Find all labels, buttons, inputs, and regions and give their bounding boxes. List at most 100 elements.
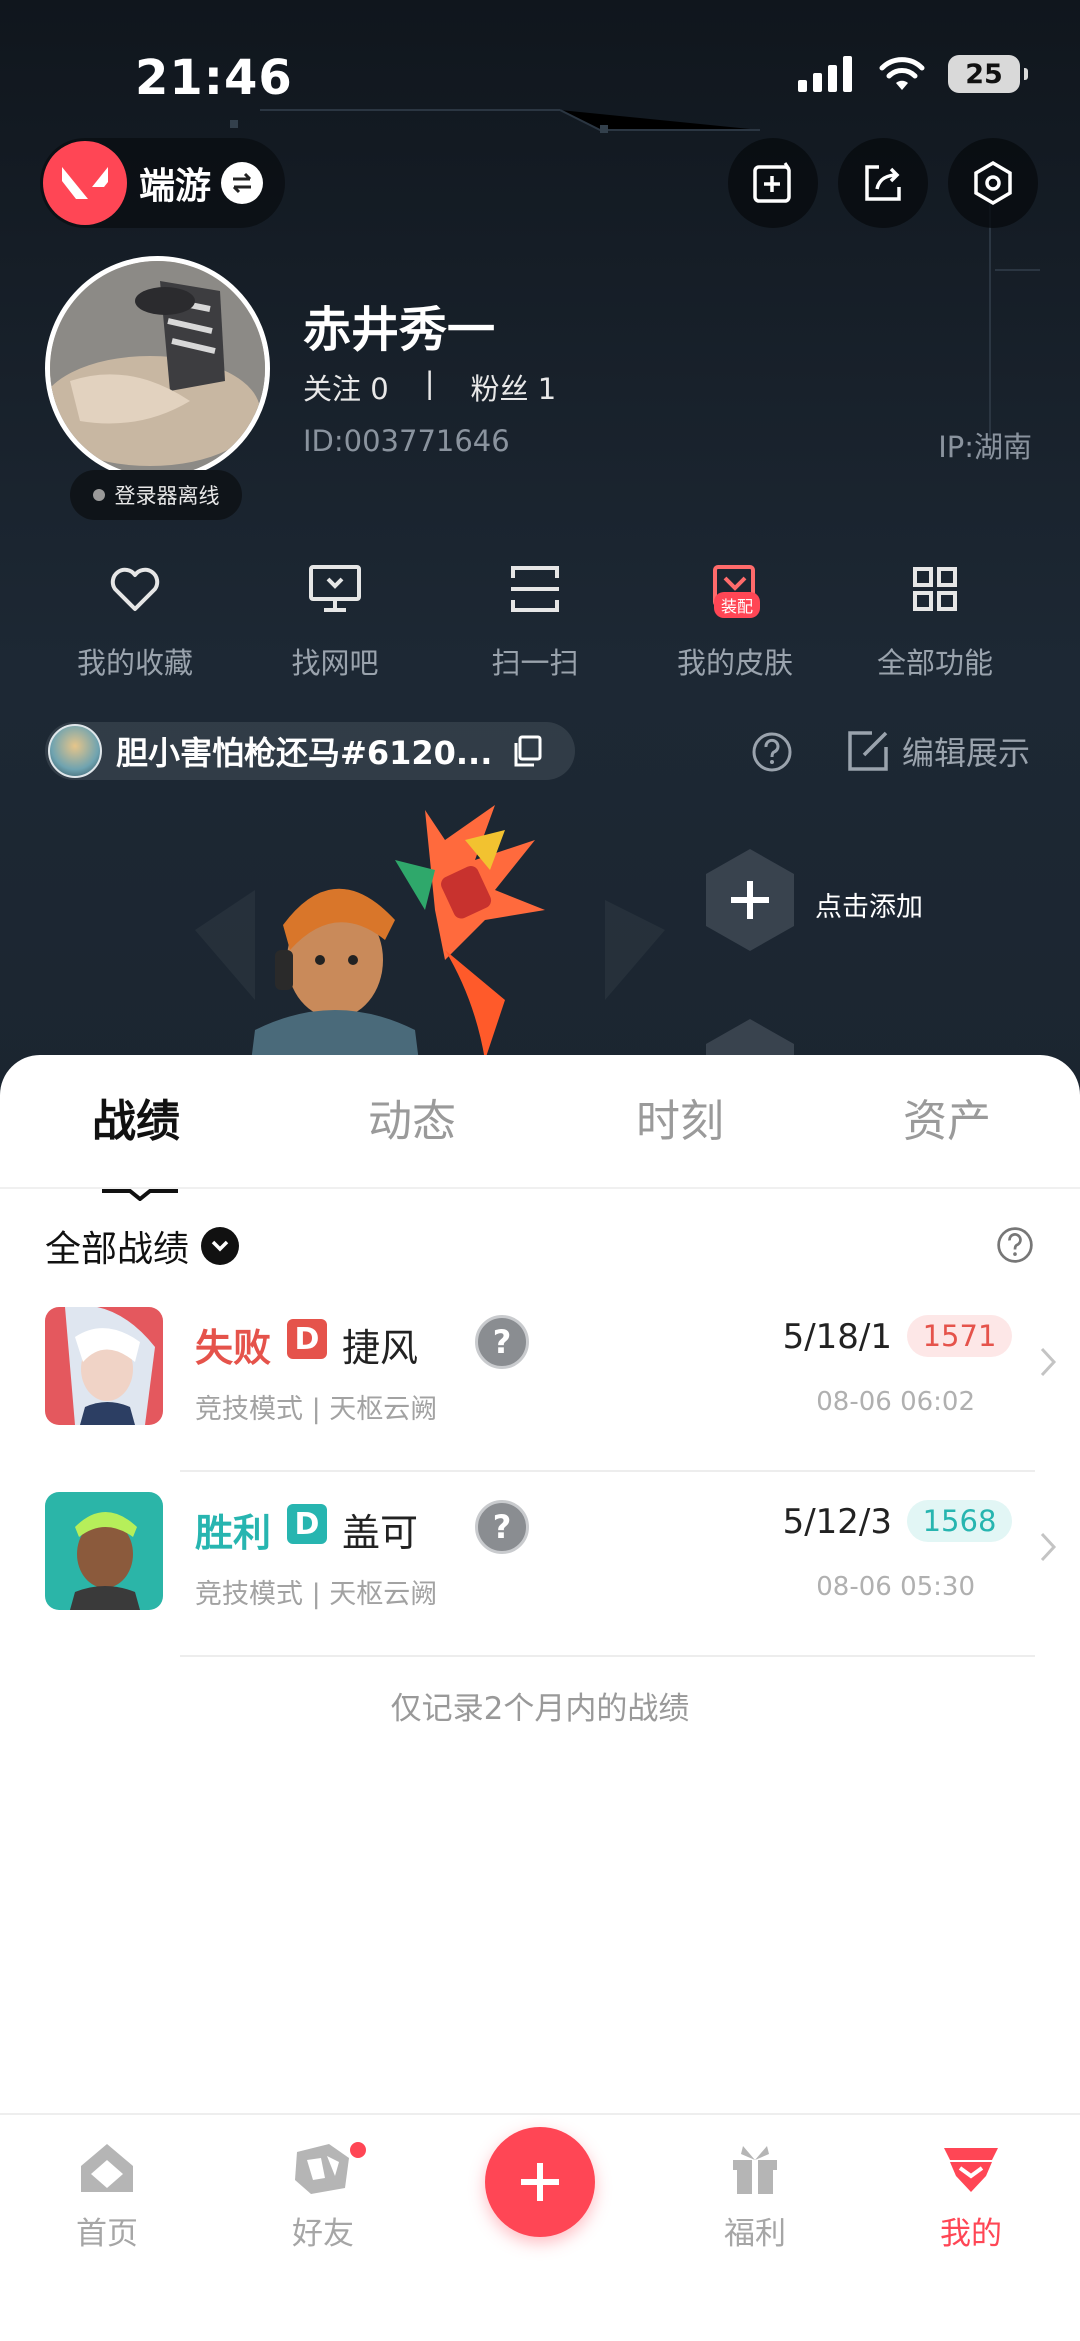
signal-icon [798, 56, 852, 92]
settings-button[interactable] [948, 138, 1038, 228]
swap-icon [221, 162, 264, 204]
plus-icon [521, 2163, 559, 2201]
shortcut-skins[interactable]: 装配 我的皮肤 [635, 560, 835, 682]
help-icon[interactable] [995, 1225, 1035, 1265]
help-icon[interactable] [750, 730, 794, 774]
wifi-icon [879, 57, 925, 90]
match-rating: 1568 [907, 1500, 1012, 1542]
shortcut-label: 我的收藏 [76, 646, 193, 680]
edit-display-button[interactable]: 编辑展示 [846, 728, 1030, 774]
active-tab-indicator [102, 1189, 178, 1201]
launcher-status-text: 登录器离线 [114, 484, 220, 508]
gift-icon [733, 2146, 777, 2194]
shortcut-all-features[interactable]: 全部功能 [835, 560, 1035, 682]
edit-icon [848, 731, 888, 771]
ip-location: IP:湖南 [938, 430, 1032, 464]
fans-item[interactable]: 粉丝 1 [470, 366, 556, 408]
nav-label: 我的 [940, 2216, 1002, 2252]
rank-badge: D [287, 1319, 327, 1359]
copy-icon[interactable] [510, 734, 544, 768]
nav-me[interactable]: 我的 [896, 2140, 1046, 2253]
question-badge-icon: ? [475, 1315, 529, 1369]
riot-account-name: 胆小害怕枪还马#6120... [116, 734, 493, 772]
tab-activity[interactable]: 动态 [368, 1085, 456, 1149]
add-showcase-label[interactable]: 点击添加 [815, 885, 923, 924]
add-showcase-slot[interactable] [700, 845, 800, 959]
status-icons: 25 [798, 55, 1028, 93]
chevron-right-icon [1040, 1347, 1057, 1377]
user-id: ID:003771646 [303, 424, 510, 458]
match-rating: 1571 [907, 1315, 1012, 1357]
status-dot [92, 489, 105, 501]
records-footer-note: 仅记录2个月内的战绩 [390, 1691, 690, 1727]
edit-display-label: 编辑展示 [901, 734, 1030, 772]
nav-home[interactable]: 首页 [32, 2140, 182, 2253]
shortcut-label: 找网吧 [291, 646, 379, 680]
profile-icon [944, 2148, 998, 2192]
nav-label: 好友 [292, 2216, 354, 2252]
add-card-button[interactable] [728, 138, 818, 228]
content-sheet: 战绩 动态 时刻 资产 全部战绩 失败 D 捷风 ? 竞技模式 | 天枢云阙 5… [0, 1055, 1080, 2115]
heart-icon [106, 560, 164, 618]
profile-header: 21:46 25 端游 登录器离线 赤井秀一 关注 0 | 粉丝 1 ID:00… [0, 0, 1080, 1110]
game-name: 端游 [139, 166, 212, 207]
riot-avatar [48, 724, 102, 778]
nav-friends[interactable]: 好友 [248, 2140, 398, 2253]
follow-stats: 关注 0 | 粉丝 1 [303, 366, 556, 408]
tab-moments[interactable]: 时刻 [636, 1085, 724, 1149]
equip-badge: 装配 [714, 592, 761, 618]
match-time: 08-06 05:30 [816, 1572, 975, 1602]
nav-label: 首页 [76, 2216, 138, 2252]
share-icon [865, 165, 901, 201]
tabs-divider [0, 1187, 1080, 1189]
grid-icon [906, 560, 964, 618]
home-icon [81, 2144, 133, 2192]
stats-separator: | [424, 366, 435, 400]
agent-name: 盖可 [342, 1511, 419, 1555]
records-filter[interactable]: 全部战绩 [45, 1220, 240, 1272]
username: 赤井秀一 [303, 302, 496, 358]
match-kda: 5/18/1 [782, 1317, 892, 1357]
filter-label: 全部战绩 [45, 1229, 190, 1270]
shortcut-favorites[interactable]: 我的收藏 [35, 560, 235, 682]
skin-icon: 装配 [706, 560, 764, 618]
shortcut-scan[interactable]: 扫一扫 [435, 560, 635, 682]
notification-dot [348, 2140, 368, 2160]
match-row[interactable]: 失败 D 捷风 ? 竞技模式 | 天枢云阙 5/18/1 1571 08-06 … [0, 1287, 1080, 1472]
tab-assets[interactable]: 资产 [903, 1085, 991, 1149]
nav-welfare[interactable]: 福利 [680, 2140, 830, 2253]
match-mode: 竞技模式 | 天枢云阙 [195, 1579, 438, 1610]
match-mode: 竞技模式 | 天枢云阙 [195, 1394, 438, 1425]
chevron-right-icon [1040, 1532, 1057, 1562]
follow-item[interactable]: 关注 0 [303, 366, 389, 408]
tab-records[interactable]: 战绩 [92, 1085, 180, 1149]
fans-count: 1 [537, 372, 557, 406]
shortcut-bar: 我的收藏 找网吧 扫一扫 装配 我的皮肤 全部功能 [0, 560, 1080, 682]
game-switcher[interactable]: 端游 [40, 138, 285, 228]
match-time: 08-06 06:02 [816, 1387, 975, 1417]
scan-icon [506, 560, 564, 618]
valorant-logo-icon [43, 141, 127, 225]
chevron-down-icon [201, 1227, 240, 1265]
friends-icon [295, 2144, 349, 2194]
riot-account-pill[interactable]: 胆小害怕枪还马#6120... [45, 722, 575, 780]
match-row[interactable]: 胜利 D 盖可 ? 竞技模式 | 天枢云阙 5/12/3 1568 08-06 … [0, 1472, 1080, 1657]
launcher-status-badge: 登录器离线 [70, 470, 242, 520]
follow-count: 0 [370, 372, 389, 406]
agent-portrait [45, 1307, 163, 1425]
add-card-icon [753, 162, 791, 203]
row-divider [180, 1655, 1035, 1657]
shortcut-internet-cafe[interactable]: 找网吧 [235, 560, 435, 682]
question-badge-icon: ? [475, 1500, 529, 1554]
monitor-icon [306, 560, 364, 618]
match-kda: 5/12/3 [782, 1502, 892, 1542]
match-result: 失败 [195, 1326, 272, 1370]
tab-bar: 战绩 动态 时刻 资产 [0, 1085, 1080, 1201]
battery-indicator: 25 [948, 55, 1028, 93]
shortcut-label: 扫一扫 [491, 646, 579, 680]
shortcut-label: 全部功能 [876, 646, 993, 680]
create-post-button[interactable] [485, 2127, 595, 2237]
add-hex-icon [706, 849, 794, 951]
share-button[interactable] [838, 138, 928, 228]
avatar[interactable] [45, 256, 270, 481]
